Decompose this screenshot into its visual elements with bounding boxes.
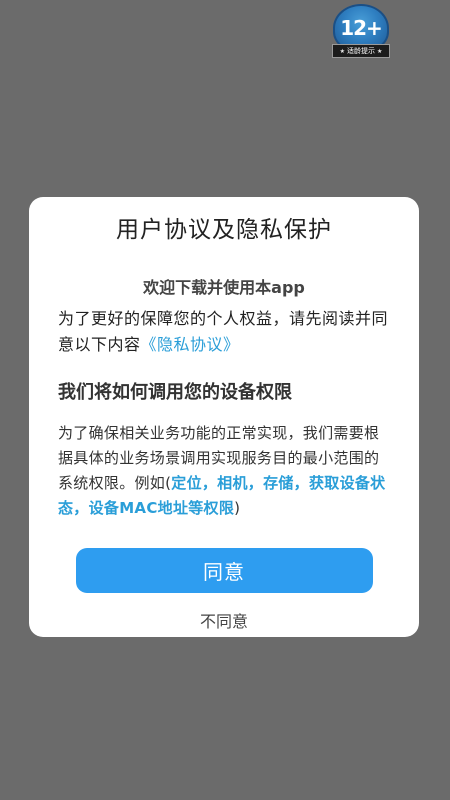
permissions-description: 为了确保相关业务功能的正常实现，我们需要根据具体的业务场景调用实现服务目的最小范… — [58, 421, 390, 521]
age-rating-caption: 适龄提示 — [347, 47, 375, 55]
intro-paragraph: 为了更好的保障您的个人权益，请先阅读并同意以下内容《隐私协议》 — [58, 306, 390, 358]
age-rating-caption-strip: ★ 适龄提示 ★ — [332, 44, 390, 58]
age-rating-value: 12+ — [340, 16, 383, 40]
welcome-text: 欢迎下载并使用本app — [143, 278, 305, 297]
age-rating-badge: 12+ ★ 适龄提示 ★ — [332, 4, 390, 62]
star-icon: ★ — [339, 48, 345, 55]
permissions-section-title: 我们将如何调用您的设备权限 — [58, 382, 292, 403]
privacy-agreement-link[interactable]: 《隐私协议》 — [141, 335, 240, 354]
star-icon: ★ — [377, 48, 383, 55]
privacy-dialog: 用户协议及隐私保护 欢迎下载并使用本app 为了更好的保障您的个人权益，请先阅读… — [29, 197, 419, 637]
disagree-button[interactable]: 不同意 — [58, 608, 390, 632]
dialog-title: 用户协议及隐私保护 — [116, 217, 332, 243]
agree-button[interactable]: 同意 — [75, 548, 373, 593]
permissions-desc-close: ) — [234, 499, 241, 517]
